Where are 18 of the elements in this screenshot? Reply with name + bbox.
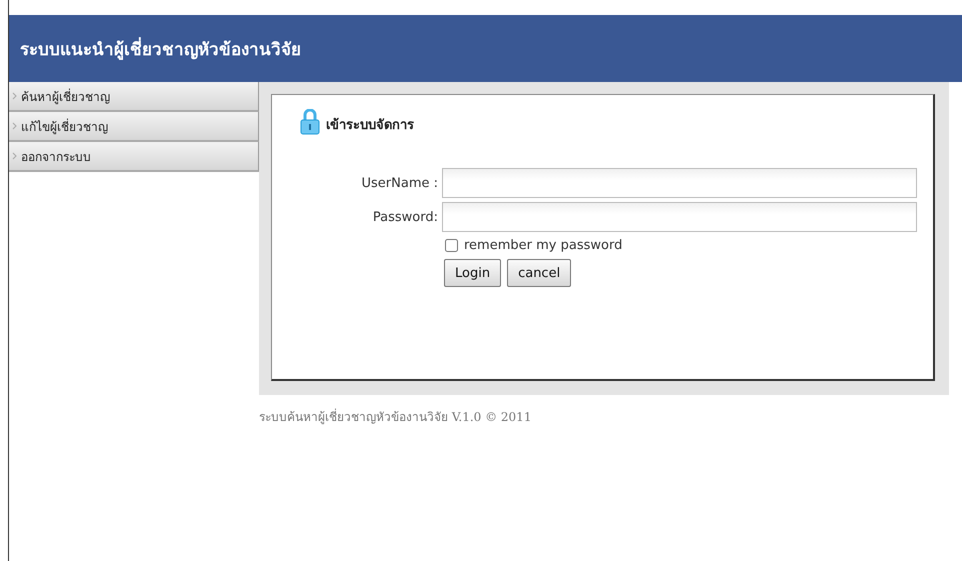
- remember-label: remember my password: [464, 238, 622, 253]
- menu-item[interactable]: แก้ไขผู้เชี่ยวชาญ: [9, 112, 259, 142]
- cancel-button[interactable]: cancel: [507, 259, 572, 287]
- footer-text: ระบบค้นหาผู้เชี่ยวชาญหัวข้องานวิจัย V.1.0 © 2011: [259, 410, 532, 424]
- menu-item[interactable]: ออกจากระบบ: [9, 142, 259, 172]
- username-field[interactable]: [442, 168, 917, 198]
- chevron-icon: [12, 92, 17, 100]
- remember-checkbox[interactable]: [445, 239, 458, 252]
- menu-item[interactable]: ค้นหาผู้เชี่ยวชาญ: [9, 82, 259, 112]
- padlock-icon: [300, 109, 320, 135]
- chevron-icon: [12, 122, 17, 130]
- field-label: Password:: [372, 210, 439, 224]
- page-title: ระบบแนะนำผู้เชี่ยวชาญหัวข้องานวิจัย: [20, 35, 301, 62]
- login-button[interactable]: Login: [444, 259, 502, 287]
- chevron-icon: [12, 152, 17, 160]
- password-field[interactable]: [442, 202, 917, 232]
- login-heading: เข้าระบบจัดการ: [326, 116, 414, 135]
- field-label: UserName :: [360, 176, 439, 190]
